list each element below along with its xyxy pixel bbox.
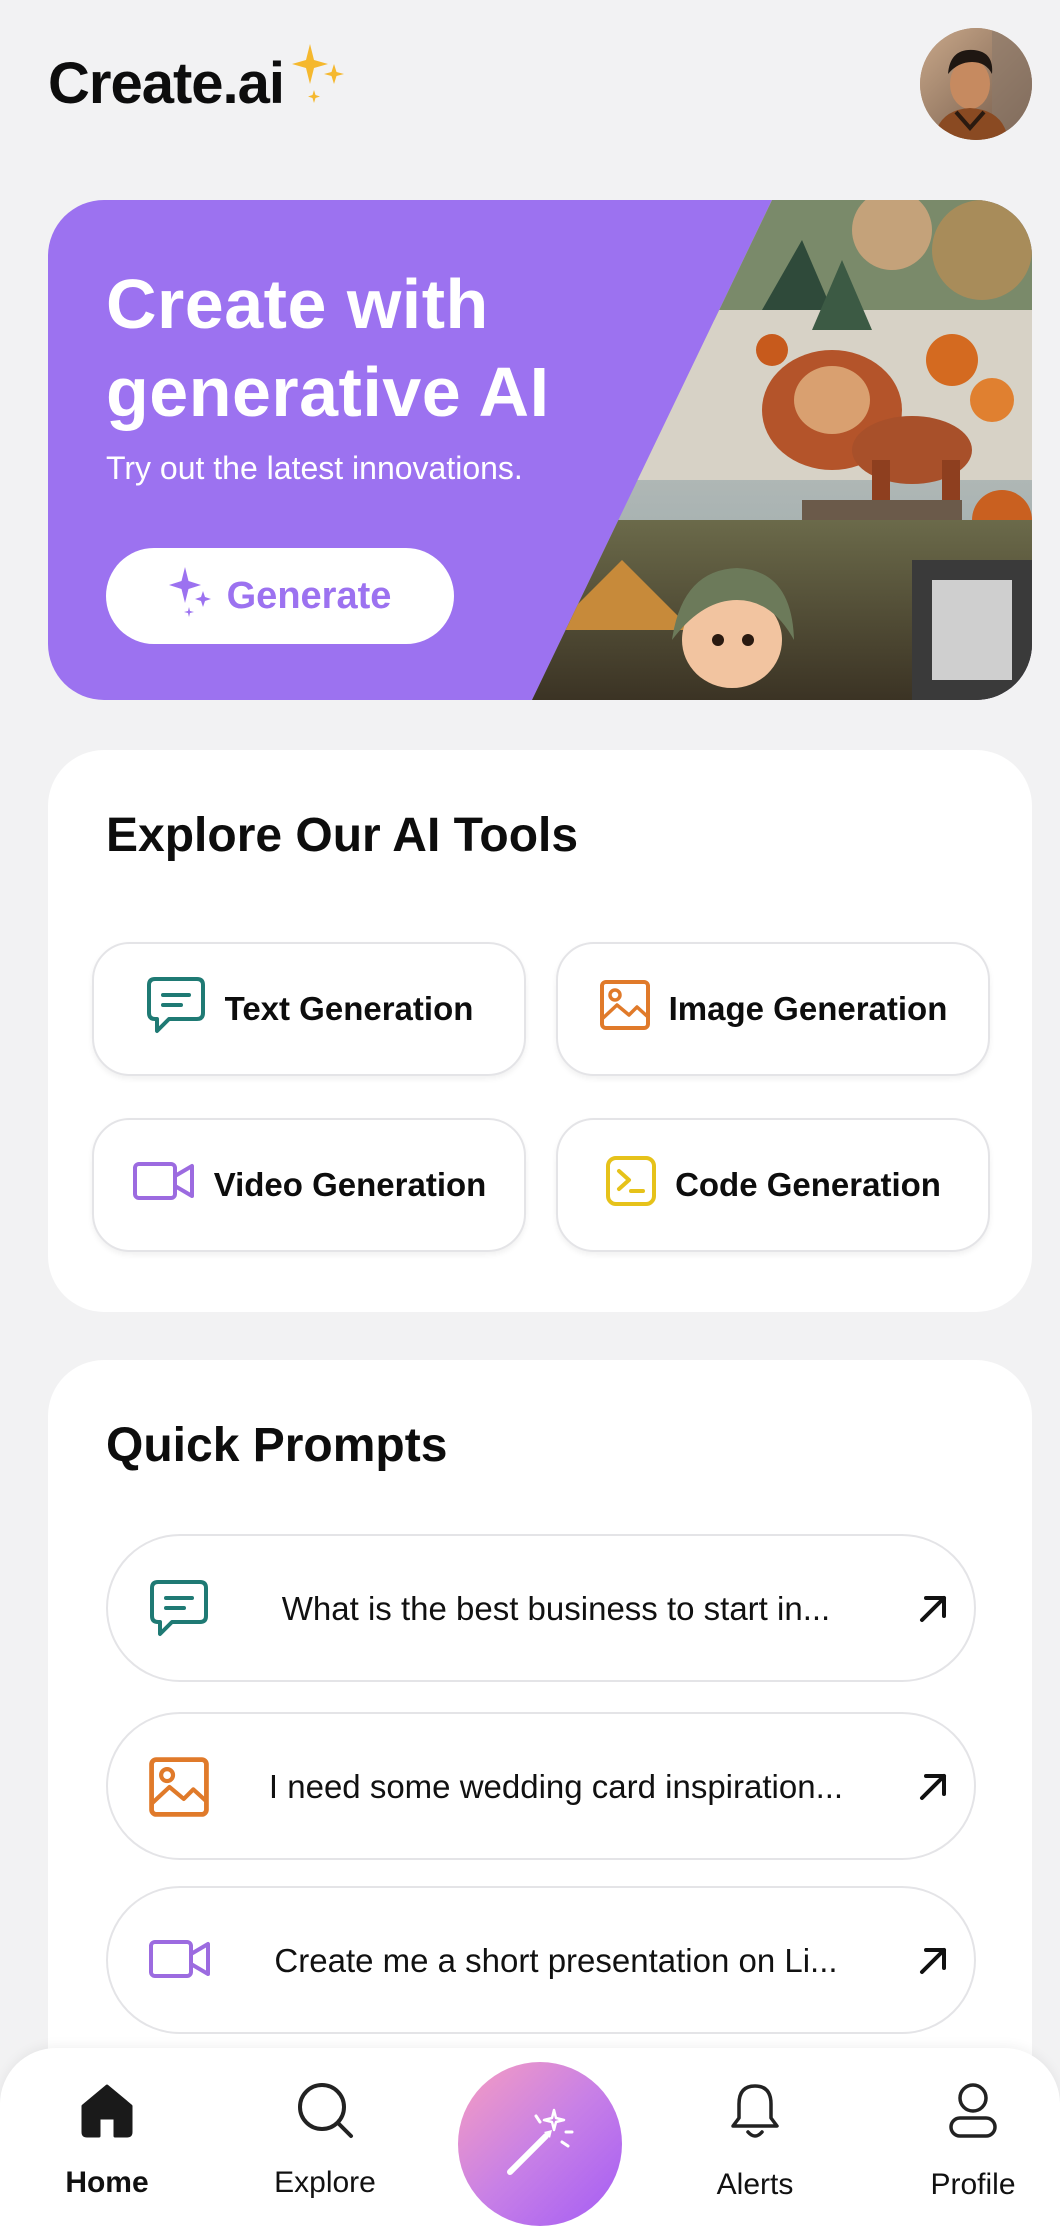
hero-title-line1: Create with — [106, 265, 489, 343]
logo-text: Create.ai — [48, 51, 285, 116]
sparkle-icon — [168, 565, 213, 627]
prompt-text: I need some wedding card inspiration... — [268, 1768, 844, 1805]
video-icon — [132, 1160, 196, 1210]
chat-icon — [145, 975, 207, 1043]
quick-prompt-item[interactable]: What is the best business to start in... — [106, 1534, 976, 1682]
quick-prompts-card: Quick Prompts What is the best business … — [48, 1360, 1032, 2120]
nav-alerts-label: Alerts — [716, 2168, 794, 2201]
terminal-icon — [605, 1155, 657, 1215]
video-icon — [148, 1938, 212, 1985]
nav-explore-label: Explore — [274, 2166, 376, 2199]
app-header: Create.ai — [48, 28, 1032, 144]
bell-icon — [725, 2080, 785, 2150]
image-icon — [599, 979, 651, 1039]
tool-code-generation[interactable]: Code Generation — [556, 1118, 990, 1252]
generate-button[interactable]: Generate — [106, 548, 454, 644]
ai-tools-title: Explore Our AI Tools — [106, 809, 579, 862]
hero-banner: Create with generative AI Try out the la… — [48, 200, 1032, 700]
arrow-up-right-icon — [912, 1588, 952, 1633]
quick-prompt-item[interactable]: I need some wedding card inspiration... — [106, 1712, 976, 1860]
home-icon — [77, 2080, 137, 2148]
generate-button-label: Generate — [226, 574, 392, 617]
user-icon — [943, 2080, 1003, 2150]
prompt-text: Create me a short presentation on Li... — [274, 1942, 838, 1979]
tool-text-generation[interactable]: Text Generation — [92, 942, 526, 1076]
create-fab-button[interactable] — [458, 2062, 622, 2226]
hero-subtitle: Try out the latest innovations. — [106, 450, 523, 486]
app-logo[interactable]: Create.ai — [48, 44, 348, 118]
hero-title-line2: generative AI — [106, 353, 550, 431]
bottom-nav: Home Explore Alerts Profile — [0, 2048, 1060, 2236]
search-icon — [295, 2080, 355, 2148]
nav-alerts[interactable]: Alerts — [665, 2080, 845, 2210]
tool-label: Image Generation — [668, 990, 948, 1027]
nav-home-label: Home — [65, 2166, 149, 2199]
arrow-up-right-icon — [912, 1766, 952, 1811]
arrow-up-right-icon — [912, 1940, 952, 1985]
tool-label: Text Generation — [224, 990, 474, 1027]
nav-profile-label: Profile — [930, 2168, 1016, 2201]
quick-prompt-item[interactable]: Create me a short presentation on Li... — [106, 1886, 976, 2034]
user-avatar[interactable] — [920, 28, 1032, 140]
nav-home[interactable]: Home — [17, 2080, 197, 2210]
nav-profile[interactable]: Profile — [883, 2080, 1060, 2210]
image-icon — [148, 1756, 210, 1823]
sparkle-icon — [292, 40, 348, 118]
prompt-text: What is the best business to start in... — [281, 1590, 831, 1627]
chat-icon — [148, 1578, 210, 1643]
tool-label: Code Generation — [675, 1166, 941, 1203]
ai-tools-card: Explore Our AI Tools Text Generation Ima… — [48, 750, 1032, 1312]
nav-explore[interactable]: Explore — [235, 2080, 415, 2210]
quick-prompts-title: Quick Prompts — [106, 1419, 448, 1472]
magic-wand-icon — [500, 2102, 580, 2187]
hero-title: Create with generative AI — [106, 260, 666, 436]
tool-label: Video Generation — [213, 1166, 487, 1203]
tool-video-generation[interactable]: Video Generation — [92, 1118, 526, 1252]
tool-image-generation[interactable]: Image Generation — [556, 942, 990, 1076]
